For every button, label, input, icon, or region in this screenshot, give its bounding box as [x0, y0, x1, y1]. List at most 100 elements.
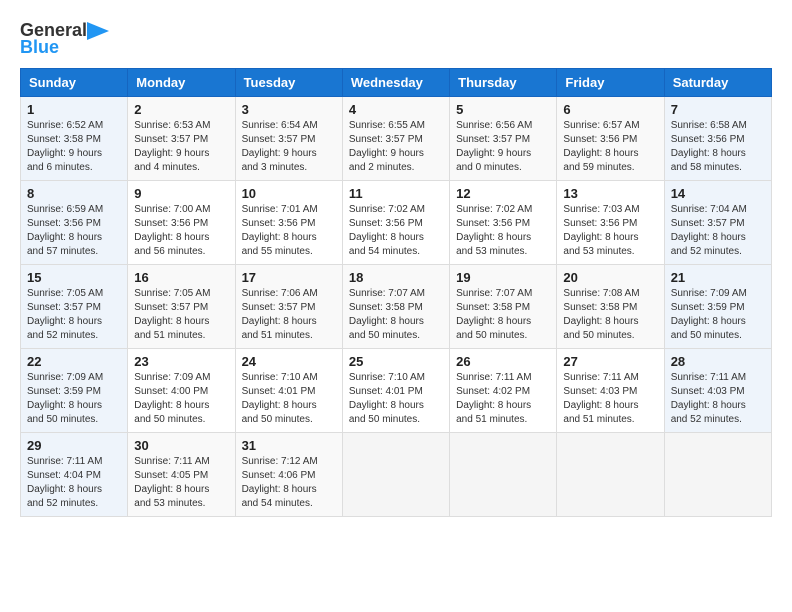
- calendar-header: SundayMondayTuesdayWednesdayThursdayFrid…: [21, 69, 772, 97]
- day-number: 3: [242, 102, 336, 117]
- header-cell-wednesday: Wednesday: [342, 69, 449, 97]
- day-number: 26: [456, 354, 550, 369]
- day-info: Sunrise: 7:05 AMSunset: 3:57 PMDaylight:…: [27, 288, 103, 341]
- calendar-cell: 1 Sunrise: 6:52 AMSunset: 3:58 PMDaylight…: [21, 97, 128, 181]
- day-info: Sunrise: 6:56 AMSunset: 3:57 PMDaylight:…: [456, 120, 532, 173]
- day-info: Sunrise: 7:11 AMSunset: 4:03 PMDaylight:…: [671, 372, 746, 425]
- calendar-cell: 30 Sunrise: 7:11 AMSunset: 4:05 PMDayligh…: [128, 433, 235, 517]
- day-info: Sunrise: 7:00 AMSunset: 3:56 PMDaylight:…: [134, 204, 210, 257]
- day-info: Sunrise: 7:11 AMSunset: 4:03 PMDaylight:…: [563, 372, 638, 425]
- calendar-cell: 21Sunrise: 7:09 AMSunset: 3:59 PMDayligh…: [664, 265, 771, 349]
- day-number: 17: [242, 270, 336, 285]
- header-cell-tuesday: Tuesday: [235, 69, 342, 97]
- calendar-cell: 10 Sunrise: 7:01 AMSunset: 3:56 PMDayligh…: [235, 181, 342, 265]
- calendar-cell: 31 Sunrise: 7:12 AMSunset: 4:06 PMDayligh…: [235, 433, 342, 517]
- calendar-cell: 26 Sunrise: 7:11 AMSunset: 4:02 PMDayligh…: [450, 349, 557, 433]
- day-number: 31: [242, 438, 336, 453]
- day-info: Sunrise: 7:11 AMSunset: 4:04 PMDaylight:…: [27, 456, 102, 509]
- day-info: Sunrise: 7:02 AMSunset: 3:56 PMDaylight:…: [456, 204, 532, 257]
- calendar-cell: 13 Sunrise: 7:03 AMSunset: 3:56 PMDayligh…: [557, 181, 664, 265]
- day-number: 11: [349, 186, 443, 201]
- day-info: Sunrise: 7:10 AMSunset: 4:01 PMDaylight:…: [349, 372, 425, 425]
- calendar-week-1: 1 Sunrise: 6:52 AMSunset: 3:58 PMDaylight…: [21, 97, 772, 181]
- calendar-week-5: 29Sunrise: 7:11 AMSunset: 4:04 PMDayligh…: [21, 433, 772, 517]
- calendar-cell: 8 Sunrise: 6:59 AMSunset: 3:56 PMDaylight…: [21, 181, 128, 265]
- calendar-cell: 11 Sunrise: 7:02 AMSunset: 3:56 PMDayligh…: [342, 181, 449, 265]
- calendar-table: SundayMondayTuesdayWednesdayThursdayFrid…: [20, 68, 772, 517]
- day-number: 8: [27, 186, 121, 201]
- day-number: 23: [134, 354, 228, 369]
- calendar-cell: 15 Sunrise: 7:05 AMSunset: 3:57 PMDayligh…: [21, 265, 128, 349]
- calendar-cell: 24 Sunrise: 7:10 AMSunset: 4:01 PMDayligh…: [235, 349, 342, 433]
- day-number: 18: [349, 270, 443, 285]
- calendar-cell: 5Sunrise: 6:56 AMSunset: 3:57 PMDaylight…: [450, 97, 557, 181]
- day-info: Sunrise: 7:08 AMSunset: 3:58 PMDaylight:…: [563, 288, 639, 341]
- day-info: Sunrise: 6:53 AMSunset: 3:57 PMDaylight:…: [134, 120, 210, 173]
- logo-chevron: [87, 22, 109, 40]
- header-cell-saturday: Saturday: [664, 69, 771, 97]
- day-info: Sunrise: 6:54 AMSunset: 3:57 PMDaylight:…: [242, 120, 318, 173]
- calendar-cell: 4Sunrise: 6:55 AMSunset: 3:57 PMDaylight…: [342, 97, 449, 181]
- calendar-cell: 2 Sunrise: 6:53 AMSunset: 3:57 PMDaylight…: [128, 97, 235, 181]
- header-cell-thursday: Thursday: [450, 69, 557, 97]
- calendar-cell: 25 Sunrise: 7:10 AMSunset: 4:01 PMDayligh…: [342, 349, 449, 433]
- day-number: 7: [671, 102, 765, 117]
- day-info: Sunrise: 7:09 AMSunset: 4:00 PMDaylight:…: [134, 372, 210, 425]
- logo-text-blue: Blue: [20, 37, 59, 58]
- page-header: General Blue: [20, 20, 772, 58]
- calendar-cell: [557, 433, 664, 517]
- calendar-cell: 14 Sunrise: 7:04 AMSunset: 3:57 PMDayligh…: [664, 181, 771, 265]
- day-info: Sunrise: 7:11 AMSunset: 4:05 PMDaylight:…: [134, 456, 209, 509]
- day-number: 10: [242, 186, 336, 201]
- day-number: 2: [134, 102, 228, 117]
- day-info: Sunrise: 7:03 AMSunset: 3:56 PMDaylight:…: [563, 204, 639, 257]
- logo-graphic: General Blue: [20, 20, 109, 58]
- calendar-cell: 22Sunrise: 7:09 AMSunset: 3:59 PMDayligh…: [21, 349, 128, 433]
- day-number: 12: [456, 186, 550, 201]
- day-number: 14: [671, 186, 765, 201]
- header-cell-friday: Friday: [557, 69, 664, 97]
- day-number: 6: [563, 102, 657, 117]
- day-info: Sunrise: 6:59 AMSunset: 3:56 PMDaylight:…: [27, 204, 103, 257]
- day-info: Sunrise: 7:06 AMSunset: 3:57 PMDaylight:…: [242, 288, 318, 341]
- day-info: Sunrise: 7:12 AMSunset: 4:06 PMDaylight:…: [242, 456, 318, 509]
- calendar-cell: 28 Sunrise: 7:11 AMSunset: 4:03 PMDayligh…: [664, 349, 771, 433]
- header-cell-monday: Monday: [128, 69, 235, 97]
- day-number: 13: [563, 186, 657, 201]
- day-info: Sunrise: 6:57 AMSunset: 3:56 PMDaylight:…: [563, 120, 639, 173]
- header-cell-sunday: Sunday: [21, 69, 128, 97]
- day-info: Sunrise: 6:52 AMSunset: 3:58 PMDaylight:…: [27, 120, 103, 173]
- day-number: 9: [134, 186, 228, 201]
- calendar-cell: 9 Sunrise: 7:00 AMSunset: 3:56 PMDaylight…: [128, 181, 235, 265]
- calendar-cell: 20Sunrise: 7:08 AMSunset: 3:58 PMDayligh…: [557, 265, 664, 349]
- day-info: Sunrise: 7:01 AMSunset: 3:56 PMDaylight:…: [242, 204, 318, 257]
- calendar-cell: [664, 433, 771, 517]
- day-number: 28: [671, 354, 765, 369]
- calendar-cell: 17 Sunrise: 7:06 AMSunset: 3:57 PMDayligh…: [235, 265, 342, 349]
- day-info: Sunrise: 7:10 AMSunset: 4:01 PMDaylight:…: [242, 372, 318, 425]
- day-number: 24: [242, 354, 336, 369]
- day-info: Sunrise: 7:07 AMSunset: 3:58 PMDaylight:…: [349, 288, 425, 341]
- calendar-week-3: 15 Sunrise: 7:05 AMSunset: 3:57 PMDayligh…: [21, 265, 772, 349]
- calendar-cell: 27 Sunrise: 7:11 AMSunset: 4:03 PMDayligh…: [557, 349, 664, 433]
- day-info: Sunrise: 7:02 AMSunset: 3:56 PMDaylight:…: [349, 204, 425, 257]
- day-info: Sunrise: 7:04 AMSunset: 3:57 PMDaylight:…: [671, 204, 747, 257]
- calendar-cell: 7Sunrise: 6:58 AMSunset: 3:56 PMDaylight…: [664, 97, 771, 181]
- calendar-body: 1 Sunrise: 6:52 AMSunset: 3:58 PMDaylight…: [21, 97, 772, 517]
- calendar-week-4: 22Sunrise: 7:09 AMSunset: 3:59 PMDayligh…: [21, 349, 772, 433]
- logo: General Blue: [20, 20, 109, 58]
- calendar-cell: 16Sunrise: 7:05 AMSunset: 3:57 PMDayligh…: [128, 265, 235, 349]
- day-number: 19: [456, 270, 550, 285]
- day-info: Sunrise: 7:05 AMSunset: 3:57 PMDaylight:…: [134, 288, 210, 341]
- day-number: 22: [27, 354, 121, 369]
- day-number: 30: [134, 438, 228, 453]
- day-number: 25: [349, 354, 443, 369]
- day-info: Sunrise: 6:55 AMSunset: 3:57 PMDaylight:…: [349, 120, 425, 173]
- day-info: Sunrise: 7:11 AMSunset: 4:02 PMDaylight:…: [456, 372, 531, 425]
- day-number: 27: [563, 354, 657, 369]
- calendar-cell: 3 Sunrise: 6:54 AMSunset: 3:57 PMDaylight…: [235, 97, 342, 181]
- day-number: 1: [27, 102, 121, 117]
- header-row: SundayMondayTuesdayWednesdayThursdayFrid…: [21, 69, 772, 97]
- calendar-cell: 29Sunrise: 7:11 AMSunset: 4:04 PMDayligh…: [21, 433, 128, 517]
- day-number: 15: [27, 270, 121, 285]
